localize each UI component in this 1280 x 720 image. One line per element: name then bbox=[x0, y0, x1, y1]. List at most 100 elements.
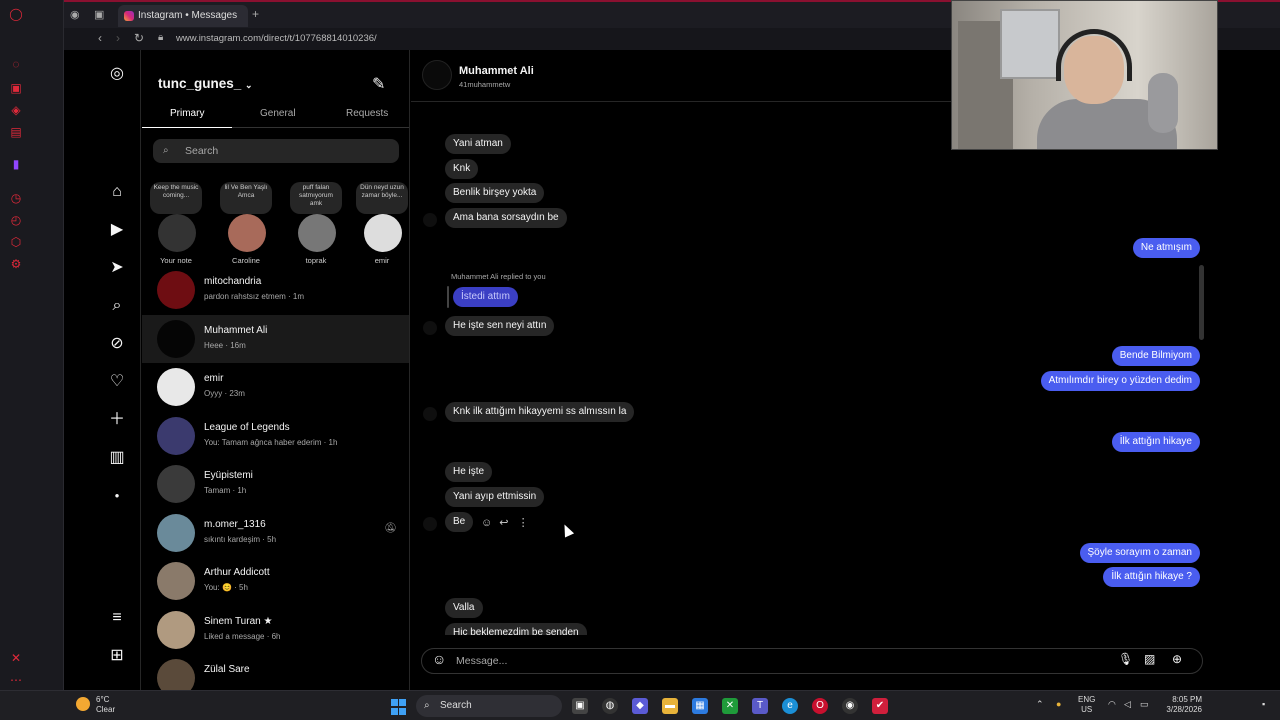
clock[interactable]: 8:05 PM 3/28/2026 bbox=[1160, 695, 1202, 715]
message-incoming[interactable]: Knk bbox=[445, 159, 479, 179]
create-icon[interactable]: ＋ bbox=[107, 410, 127, 430]
heart-icon[interactable]: ♡ bbox=[107, 372, 127, 392]
chat-scrollbar[interactable] bbox=[1199, 265, 1204, 340]
microphone-icon[interactable]: 🎙︎ bbox=[1118, 652, 1133, 666]
menu-icon[interactable]: ≡ bbox=[107, 608, 127, 628]
message-outgoing[interactable]: Bende Bilmiyom bbox=[1111, 346, 1200, 366]
app-icon[interactable]: ✔ bbox=[872, 698, 888, 714]
language-indicator[interactable]: ENG US bbox=[1078, 695, 1095, 715]
message-incoming[interactable]: Knk ilk attığım hikayyemi ss almıssın la bbox=[445, 402, 635, 422]
opera-gx-icon[interactable]: ✕ bbox=[8, 650, 24, 666]
explore-icon[interactable]: ⊘ bbox=[107, 334, 127, 354]
clock-date: 3/28/2026 bbox=[1166, 705, 1202, 714]
new-message-icon[interactable]: ✎ bbox=[372, 74, 385, 94]
notification-icon[interactable]: ▪ bbox=[1262, 699, 1265, 709]
image-icon[interactable]: ▨ bbox=[1144, 652, 1155, 666]
conversation-name: League of Legends bbox=[204, 422, 290, 433]
opera-aria-icon[interactable]: ◌ bbox=[8, 56, 24, 72]
opera-extensions-icon[interactable]: ⬡ bbox=[8, 234, 24, 250]
taskbar-search[interactable]: ⌕ Search bbox=[416, 695, 562, 717]
conversation-item[interactable]: mitochandria pardon rahstsız etmem · 1m bbox=[142, 266, 409, 314]
message-incoming[interactable]: Ama bana sorsaydın be bbox=[445, 208, 567, 228]
store-icon[interactable]: ▦ bbox=[692, 698, 708, 714]
message-incoming[interactable]: Hiç beklemezdim be senden bbox=[445, 623, 587, 635]
edge-icon[interactable]: e bbox=[782, 698, 798, 714]
account-switcher[interactable]: tunc_gunes_ ⌄ bbox=[158, 76, 253, 91]
xbox-icon[interactable]: ✕ bbox=[722, 698, 738, 714]
message-outgoing[interactable]: Atmılımdır birey o yüzden dedim bbox=[1040, 371, 1200, 391]
conversation-name: Muhammet Ali bbox=[204, 325, 268, 336]
task-view-icon[interactable]: ▣ bbox=[572, 698, 588, 714]
emoji-icon[interactable]: ☺ bbox=[432, 651, 446, 667]
opera-logo-icon[interactable]: ◯ bbox=[8, 6, 24, 22]
volume-icon[interactable]: ◁ bbox=[1124, 699, 1131, 710]
home-icon[interactable]: ⌂ bbox=[107, 182, 127, 202]
message-incoming[interactable]: Yani ayıp ettmissin bbox=[445, 487, 545, 507]
message-incoming[interactable]: He işte bbox=[445, 462, 493, 482]
opera-more-icon[interactable]: ⋯ bbox=[8, 672, 24, 688]
reply-arrow-icon[interactable]: ↩ bbox=[499, 517, 508, 529]
search-icon[interactable]: ⌕ bbox=[107, 296, 127, 316]
conversation-item[interactable]: Sinem Turan ★ Liked a message · 6h bbox=[142, 606, 409, 654]
avatar[interactable] bbox=[422, 60, 452, 90]
tab-primary[interactable]: Primary bbox=[170, 108, 204, 119]
dashboard-icon[interactable]: ▥ bbox=[107, 448, 127, 468]
reels-icon[interactable]: ▶ bbox=[107, 220, 127, 240]
search-input[interactable]: ⌕ Search bbox=[153, 139, 399, 163]
battery-icon[interactable]: ▭ bbox=[1140, 699, 1149, 710]
message-outgoing[interactable]: Şöyle sorayım o zaman bbox=[1079, 543, 1200, 563]
twitch-icon[interactable]: ▮ bbox=[8, 156, 24, 172]
message-input[interactable]: ☺ Message... 🎙︎ ▨ ⊕ bbox=[421, 648, 1203, 674]
conversation-item[interactable]: Arthur Addicott You: 😊 · 5h bbox=[142, 557, 409, 605]
messages-icon[interactable]: ➤ bbox=[107, 258, 127, 278]
conversation-item-selected[interactable]: Muhammet Ali Heee · 16m bbox=[142, 315, 409, 363]
note-bubble: lil Ve Ben Yaşlı Amca bbox=[220, 182, 272, 214]
more-options-icon[interactable]: ⋮ bbox=[518, 517, 529, 529]
language-code: ENG bbox=[1078, 695, 1096, 704]
message-incoming[interactable]: Valla bbox=[445, 598, 483, 618]
message-incoming[interactable]: Yani atman bbox=[445, 134, 511, 154]
search-placeholder: Search bbox=[185, 145, 219, 157]
message-outgoing[interactable]: İlk attığın hikaye bbox=[1111, 432, 1200, 452]
tab-general[interactable]: General bbox=[260, 108, 296, 119]
opera-gx-taskbar-icon[interactable]: O bbox=[812, 698, 828, 714]
start-button[interactable] bbox=[391, 699, 407, 715]
wifi-icon[interactable]: ◠ bbox=[1108, 699, 1116, 710]
apps-icon[interactable]: ⊞ bbox=[107, 646, 127, 666]
reply-indicator: Muhammet Ali replied to you bbox=[451, 272, 546, 281]
conversation-item[interactable]: League of Legends You: Tamam ağnca haber… bbox=[142, 412, 409, 460]
message-incoming[interactable]: Be bbox=[445, 512, 474, 532]
conversation-item[interactable]: Zülal Sare bbox=[142, 654, 409, 690]
instagram-icon[interactable]: ◎ bbox=[107, 64, 127, 84]
conversation-name: Eyüpistemi bbox=[204, 470, 253, 481]
opera-workspace-icon[interactable]: ▣ bbox=[8, 80, 24, 96]
opera-history-icon[interactable]: ◷ bbox=[8, 190, 24, 206]
conversation-item[interactable]: emir Oyyy · 23m bbox=[142, 363, 409, 411]
tab-requests[interactable]: Requests bbox=[346, 108, 388, 119]
chat-contact-name[interactable]: Muhammet Ali bbox=[459, 65, 534, 77]
tray-chevron-icon[interactable]: ⌃ bbox=[1036, 699, 1044, 710]
replied-message[interactable]: İstedi attım bbox=[453, 287, 518, 307]
avatar bbox=[157, 514, 195, 552]
opera-messenger-icon[interactable]: ◈ bbox=[8, 102, 24, 118]
opera-settings-icon[interactable]: ⚙ bbox=[8, 256, 24, 272]
message-outgoing[interactable]: İlk attığın hikaye ? bbox=[1103, 567, 1200, 587]
sticker-icon[interactable]: ⊕ bbox=[1172, 652, 1182, 666]
profile-icon[interactable]: ● bbox=[107, 486, 127, 506]
message-outgoing[interactable]: Ne atmışım bbox=[1132, 238, 1200, 258]
steam-icon[interactable]: ◉ bbox=[842, 698, 858, 714]
opera-player-icon[interactable]: ▤ bbox=[8, 124, 24, 140]
react-emoji-icon[interactable]: ☺ bbox=[481, 517, 492, 529]
conversation-item[interactable]: m.omer_1316 sıkıntı kardeşim · 5h 🔕︎ bbox=[142, 509, 409, 557]
conversation-preview: Heee · 16m bbox=[204, 341, 246, 350]
teams-icon[interactable]: T bbox=[752, 698, 768, 714]
message-incoming[interactable]: Benlik birşey yokta bbox=[445, 183, 545, 203]
dell-icon[interactable]: ◍ bbox=[602, 698, 618, 714]
opera-clock-icon[interactable]: ◴ bbox=[8, 212, 24, 228]
file-explorer-icon[interactable]: ▬ bbox=[662, 698, 678, 714]
copilot-icon[interactable]: ◆ bbox=[632, 698, 648, 714]
microphone-tray-icon[interactable]: ● bbox=[1056, 699, 1061, 709]
note-label: Your note bbox=[160, 256, 192, 265]
conversation-item[interactable]: Eyüpistemi Tamam · 1h bbox=[142, 460, 409, 508]
message-incoming[interactable]: He işte sen neyi attın bbox=[445, 316, 555, 336]
